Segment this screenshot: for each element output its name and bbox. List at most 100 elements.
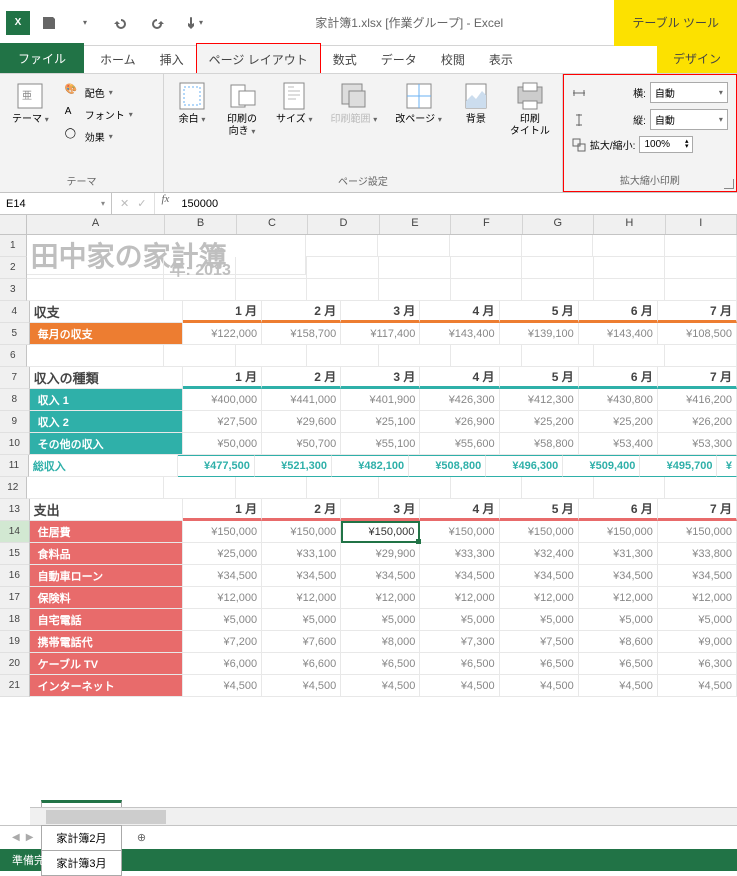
width-dropdown[interactable]: 自動▾	[650, 82, 728, 103]
tab-insert[interactable]: 挿入	[148, 44, 196, 73]
cell[interactable]: ¥6,000	[183, 653, 262, 675]
cell[interactable]: ¥508,800	[409, 455, 486, 477]
cell[interactable]: ¥7,600	[262, 631, 341, 653]
month-header[interactable]: 7 月	[658, 367, 737, 389]
row-header[interactable]: 13	[0, 499, 30, 521]
row-header[interactable]: 9	[0, 411, 30, 433]
month-header[interactable]: 1 月	[183, 499, 262, 521]
cell[interactable]: ¥12,000	[579, 587, 658, 609]
row-header[interactable]: 4	[0, 301, 30, 323]
tab-formulas[interactable]: 数式	[321, 44, 369, 73]
cell[interactable]: ¥7,300	[420, 631, 499, 653]
month-header[interactable]: 7 月	[658, 301, 737, 323]
cell[interactable]: ¥34,500	[420, 565, 499, 587]
formula-input[interactable]: 150000	[175, 193, 737, 214]
cell[interactable]: ¥5,000	[579, 609, 658, 631]
row-label[interactable]: その他の収入	[30, 433, 183, 455]
row-header[interactable]: 12	[0, 477, 27, 499]
qat-dropdown[interactable]: ▾	[74, 12, 96, 34]
cell[interactable]	[593, 235, 665, 257]
cell[interactable]: ¥12,000	[341, 587, 420, 609]
column-header[interactable]: F	[451, 215, 522, 234]
cell[interactable]: 収支	[30, 301, 183, 323]
cell[interactable]: ¥496,300	[486, 455, 563, 477]
cell[interactable]: ¥495,700	[640, 455, 717, 477]
undo-button[interactable]	[110, 12, 132, 34]
month-header[interactable]: 1 月	[183, 367, 262, 389]
cell[interactable]: ¥12,000	[500, 587, 579, 609]
row-header[interactable]: 17	[0, 587, 30, 609]
month-header[interactable]: 4 月	[420, 301, 499, 323]
cell[interactable]: ¥5,000	[183, 609, 262, 631]
cell[interactable]: ¥4,500	[183, 675, 262, 697]
size-button[interactable]: サイズ ▾	[270, 78, 319, 128]
cell[interactable]	[594, 257, 666, 279]
cell[interactable]	[522, 279, 594, 301]
cell[interactable]	[522, 345, 594, 367]
cell[interactable]: ¥55,600	[420, 433, 499, 455]
cell[interactable]: ¥412,300	[500, 389, 579, 411]
cell[interactable]: ¥150,000	[579, 521, 658, 543]
cell[interactable]	[451, 345, 523, 367]
month-header[interactable]: 3 月	[341, 367, 420, 389]
cell[interactable]: ¥117,400	[341, 323, 420, 345]
column-header[interactable]: B	[165, 215, 236, 234]
row-label[interactable]: インターネット	[30, 675, 183, 697]
row-label[interactable]: 自宅電話	[30, 609, 183, 631]
cell[interactable]: ¥12,000	[183, 587, 262, 609]
cell[interactable]: ¥25,200	[500, 411, 579, 433]
month-header[interactable]: 4 月	[420, 367, 499, 389]
cell[interactable]	[307, 477, 379, 499]
cell[interactable]: 支出	[30, 499, 183, 521]
enter-icon[interactable]: ✓	[137, 197, 146, 210]
cell[interactable]	[522, 257, 594, 279]
row-label[interactable]: 収入 2	[30, 411, 183, 433]
cell[interactable]: ¥34,500	[341, 565, 420, 587]
cell[interactable]: ¥29,600	[262, 411, 341, 433]
cell[interactable]	[379, 257, 451, 279]
cell[interactable]: ¥33,800	[658, 543, 737, 565]
cell[interactable]: ¥34,500	[183, 565, 262, 587]
cell[interactable]	[378, 235, 450, 257]
cell[interactable]	[451, 279, 523, 301]
cell[interactable]	[27, 279, 165, 301]
cell[interactable]: ¥401,900	[341, 389, 420, 411]
row-header[interactable]: 2	[0, 257, 27, 279]
cell[interactable]: ¥8,600	[579, 631, 658, 653]
cell[interactable]: ¥6,500	[420, 653, 499, 675]
print-titles-button[interactable]: 印刷 タイトル	[504, 78, 556, 140]
cell[interactable]: ¥12,000	[658, 587, 737, 609]
cell[interactable]	[236, 345, 308, 367]
row-header[interactable]: 14	[0, 521, 30, 543]
cell[interactable]: ¥33,100	[262, 543, 341, 565]
cell[interactable]	[665, 235, 737, 257]
tab-review[interactable]: 校閲	[429, 44, 477, 73]
scale-launcher[interactable]	[724, 179, 734, 189]
column-header[interactable]: H	[594, 215, 665, 234]
scale-spinner[interactable]: 100%▴▾	[639, 136, 693, 153]
name-box[interactable]: E14▾	[0, 193, 112, 214]
tab-file[interactable]: ファイル	[0, 43, 84, 73]
cell[interactable]	[236, 257, 308, 279]
cell[interactable]	[27, 477, 165, 499]
cell[interactable]: ¥34,500	[262, 565, 341, 587]
cell[interactable]: ¥150,000	[420, 521, 499, 543]
row-label[interactable]: 携帯電話代	[30, 631, 183, 653]
cell[interactable]: ¥158,700	[262, 323, 341, 345]
tab-page-layout[interactable]: ページ レイアウト	[196, 43, 321, 74]
cell[interactable]: ¥430,800	[579, 389, 658, 411]
month-header[interactable]: 5 月	[500, 301, 579, 323]
margins-button[interactable]: 余白 ▾	[170, 78, 214, 128]
cell[interactable]: ¥4,500	[579, 675, 658, 697]
row-header[interactable]: 18	[0, 609, 30, 631]
row-header[interactable]: 5	[0, 323, 30, 345]
cell[interactable]: ¥5,000	[420, 609, 499, 631]
save-button[interactable]	[38, 12, 60, 34]
cell[interactable]: ¥4,500	[341, 675, 420, 697]
row-header[interactable]: 20	[0, 653, 30, 675]
row-label[interactable]: 保険料	[30, 587, 183, 609]
tab-home[interactable]: ホーム	[88, 44, 148, 73]
cell[interactable]: ¥53,400	[579, 433, 658, 455]
row-label[interactable]: 収入 1	[30, 389, 183, 411]
cell[interactable]: ¥5,000	[500, 609, 579, 631]
